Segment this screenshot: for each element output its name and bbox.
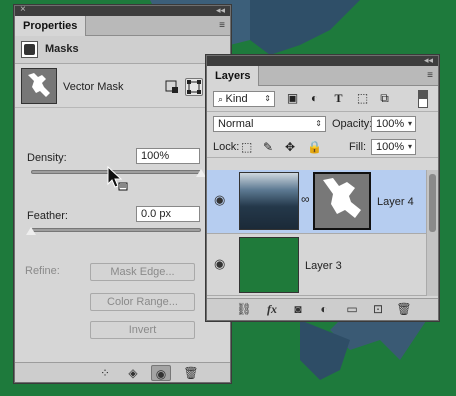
collapse-icon[interactable]: ◂◂ [424, 54, 433, 66]
layer-thumbnail[interactable] [239, 237, 299, 293]
filter-kind-value: Kind [225, 93, 248, 105]
blend-mode-value: Normal [218, 118, 254, 130]
layer-row-3[interactable]: ◉ Layer 3 [207, 234, 428, 296]
panel-menu-icon[interactable]: ≡ [219, 20, 225, 31]
feather-slider-track[interactable] [31, 228, 201, 232]
delete-mask-icon[interactable]: 🗑 [181, 365, 201, 381]
vector-mask-row: Vector Mask [15, 64, 230, 108]
type-filter-icon[interactable]: T [331, 91, 346, 106]
fill-field[interactable]: 100% ▾ [371, 139, 416, 155]
layers-scrollbar[interactable] [426, 170, 438, 296]
feather-field[interactable]: 0.0 px [136, 206, 200, 222]
lock-row: Lock: ⬚ ✎ ✥ 🔒 Fill: 100% ▾ [207, 136, 438, 158]
lock-image-icon[interactable]: ✎ [263, 140, 273, 154]
chevron-down-icon: ▾ [407, 119, 412, 128]
opacity-field[interactable]: 100% ▾ [371, 116, 416, 132]
smart-object-filter-icon[interactable]: ⧉ [377, 91, 392, 106]
layer-row-4[interactable]: ◉ ∞ Layer 4 [207, 170, 428, 234]
density-slider-thumb[interactable] [196, 169, 206, 177]
properties-panel: × ◂◂ Properties ≡ Masks Vector Mask Dens… [14, 4, 231, 383]
opacity-label: Opacity: [332, 118, 373, 130]
mask-icon [21, 41, 38, 58]
color-range-button[interactable]: Color Range... [90, 293, 195, 311]
masks-header: Masks [15, 36, 230, 64]
panel-menu-icon[interactable]: ≡ [427, 70, 433, 81]
mouse-cursor-icon [107, 166, 128, 191]
eye-icon[interactable]: ◉ [214, 192, 225, 208]
mask-type-label: Vector Mask [63, 81, 124, 93]
feather-slider-thumb[interactable] [26, 227, 36, 235]
opacity-value: 100% [376, 118, 405, 130]
add-vector-mask-icon[interactable] [185, 78, 203, 96]
chevron-down-icon: ▾ [407, 142, 412, 151]
pixel-filter-icon[interactable]: ▣ [285, 91, 300, 106]
lock-label: Lock: [213, 141, 240, 153]
masks-title: Masks [45, 43, 79, 55]
properties-footer: ⁘ ◈ ◉ 🗑 [15, 362, 230, 382]
layer-name[interactable]: Layer 4 [377, 196, 414, 208]
layer-thumbnail[interactable] [239, 172, 299, 230]
blend-mode-select[interactable]: Normal ⇕ [213, 116, 326, 132]
visibility-toggle-icon[interactable]: ◉ [151, 365, 171, 381]
tab-layers[interactable]: Layers [207, 66, 260, 86]
invert-button[interactable]: Invert [90, 321, 195, 339]
close-icon[interactable]: × [20, 4, 26, 16]
group-folder-icon[interactable]: ▭ [343, 302, 361, 316]
lock-position-icon[interactable]: ✥ [285, 140, 295, 154]
refine-label: Refine: [25, 265, 60, 277]
lock-transparent-icon[interactable]: ⬚ [241, 140, 252, 154]
apply-mask-icon[interactable]: ◈ [123, 365, 143, 381]
lock-all-icon[interactable]: 🔒 [307, 140, 322, 154]
scrollbar-knob[interactable] [429, 174, 436, 232]
collapse-icon[interactable]: ◂◂ [216, 4, 225, 16]
filter-kind-select[interactable]: ⌕ Kind ⇕ [213, 91, 275, 107]
fill-label: Fill: [349, 141, 367, 153]
vector-mask-thumbnail[interactable] [313, 172, 371, 230]
density-field[interactable]: 100% [136, 148, 200, 164]
layers-tabrow: Layers ≡ [207, 66, 438, 86]
layers-panel: ◂◂ Layers ≡ ⌕ Kind ⇕ ▣ ◐ T ⬚ ⧉ Normal ⇕ … [206, 55, 439, 321]
search-icon: ⌕ [218, 94, 226, 104]
new-layer-icon[interactable]: ⊡ [369, 302, 387, 316]
layer-name[interactable]: Layer 3 [305, 260, 342, 272]
delete-layer-icon[interactable]: 🗑 [395, 302, 413, 316]
add-pixel-mask-icon[interactable] [163, 78, 181, 96]
properties-tabrow: Properties ≡ [15, 16, 230, 36]
layers-footer: ⛓ fx ◙ ◐ ▭ ⊡ 🗑 [207, 298, 438, 320]
link-icon[interactable]: ∞ [301, 192, 310, 206]
mask-edge-button[interactable]: Mask Edge... [90, 263, 195, 281]
blend-row: Normal ⇕ Opacity: 100% ▾ [207, 112, 438, 136]
add-mask-icon[interactable]: ◙ [289, 302, 307, 316]
fill-value: 100% [376, 141, 405, 153]
chevron-down-icon: ⇕ [264, 94, 271, 103]
filter-toggle[interactable] [418, 90, 428, 108]
load-selection-icon[interactable]: ⁘ [95, 365, 115, 381]
link-layers-icon[interactable]: ⛓ [235, 302, 253, 316]
layer-filter-row: ⌕ Kind ⇕ ▣ ◐ T ⬚ ⧉ [207, 86, 438, 112]
layers-titlebar: ◂◂ [207, 54, 438, 66]
adjustment-filter-icon[interactable]: ◐ [307, 91, 322, 106]
tab-properties[interactable]: Properties [15, 16, 87, 36]
vector-mask-thumbnail [21, 68, 57, 104]
chevron-down-icon: ⇕ [315, 119, 322, 128]
shape-filter-icon[interactable]: ⬚ [355, 91, 370, 106]
adjustment-layer-icon[interactable]: ◐ [315, 302, 333, 316]
feather-label: Feather: [27, 210, 68, 222]
fx-icon[interactable]: fx [263, 302, 281, 317]
eye-icon[interactable]: ◉ [214, 256, 225, 272]
density-label: Density: [27, 152, 67, 164]
properties-titlebar: × ◂◂ [15, 4, 230, 16]
